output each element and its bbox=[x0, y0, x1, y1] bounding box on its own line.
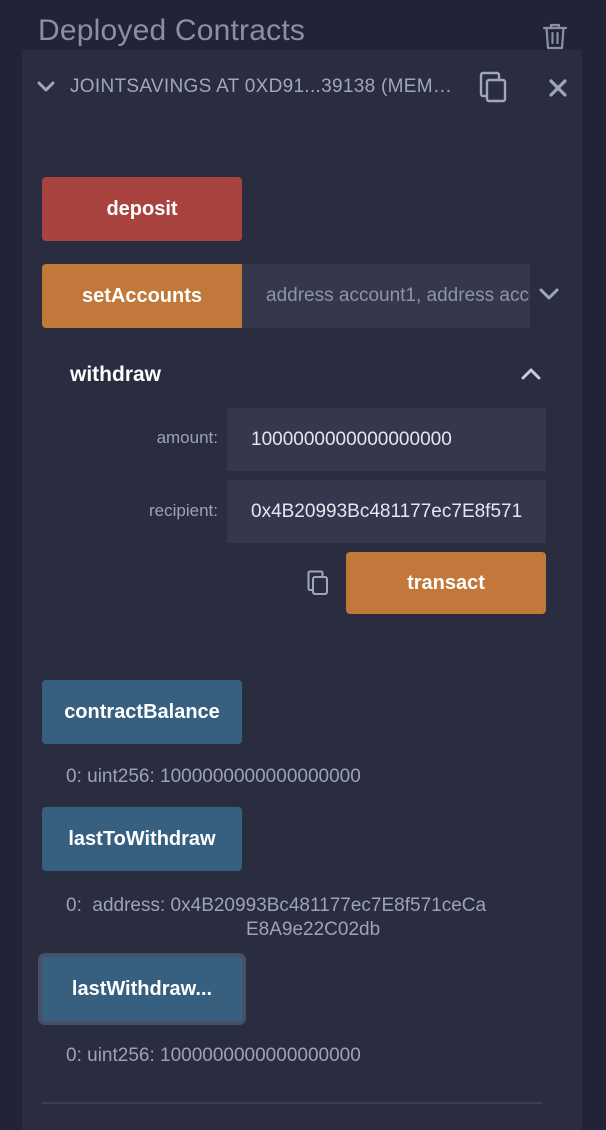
transact-button[interactable]: transact bbox=[346, 552, 546, 614]
last-to-withdraw-output-line2: E8A9e22C02db bbox=[246, 919, 381, 940]
last-to-withdraw-output-line1: 0: address: 0x4B20993Bc481177ec7E8f571ce… bbox=[66, 895, 487, 916]
amount-value: 1000000000000000000 bbox=[251, 428, 452, 450]
deposit-button[interactable]: deposit bbox=[42, 177, 242, 241]
contract-balance-output: 0: uint256: 1000000000000000000 bbox=[66, 766, 361, 787]
amount-label: amount: bbox=[156, 428, 218, 447]
recipient-input[interactable]: 0x4B20993Bc481177ec7E8f571ceCaE8A9e22C02… bbox=[227, 480, 546, 543]
amount-input[interactable]: 1000000000000000000 bbox=[227, 408, 546, 471]
close-icon[interactable] bbox=[548, 78, 568, 98]
last-to-withdraw-button[interactable]: lastToWithdraw bbox=[42, 807, 242, 871]
contract-balance-button[interactable]: contractBalance bbox=[42, 680, 242, 744]
contract-header[interactable]: JOINTSAVINGS AT 0XD91...39138 (MEMORY) bbox=[22, 50, 582, 130]
withdraw-heading: withdraw bbox=[70, 363, 162, 386]
copy-calldata-icon[interactable] bbox=[306, 569, 330, 597]
panel-divider bbox=[42, 1102, 542, 1104]
chevron-up-icon[interactable] bbox=[520, 366, 542, 382]
recipient-value: 0x4B20993Bc481177ec7E8f571ceCaE8A9e22C02… bbox=[251, 500, 522, 522]
set-accounts-button[interactable]: setAccounts bbox=[42, 264, 242, 328]
contract-title: JOINTSAVINGS AT 0XD91...39138 (MEMORY) bbox=[70, 76, 452, 97]
set-accounts-placeholder: address account1, address account2 bbox=[266, 285, 530, 306]
last-withdraw-amount-output: 0: uint256: 1000000000000000000 bbox=[66, 1045, 361, 1066]
set-accounts-input[interactable]: address account1, address account2 bbox=[242, 264, 530, 328]
contract-panel: JOINTSAVINGS AT 0XD91...39138 (MEMORY) d… bbox=[22, 50, 582, 1130]
chevron-down-icon[interactable] bbox=[538, 286, 560, 302]
last-withdraw-amount-button[interactable]: lastWithdraw... bbox=[38, 953, 246, 1025]
recipient-label: recipient: bbox=[149, 501, 218, 520]
chevron-down-icon[interactable] bbox=[36, 80, 56, 94]
copy-icon[interactable] bbox=[478, 70, 508, 104]
trash-icon[interactable] bbox=[542, 22, 568, 50]
section-title: Deployed Contracts bbox=[38, 14, 306, 47]
